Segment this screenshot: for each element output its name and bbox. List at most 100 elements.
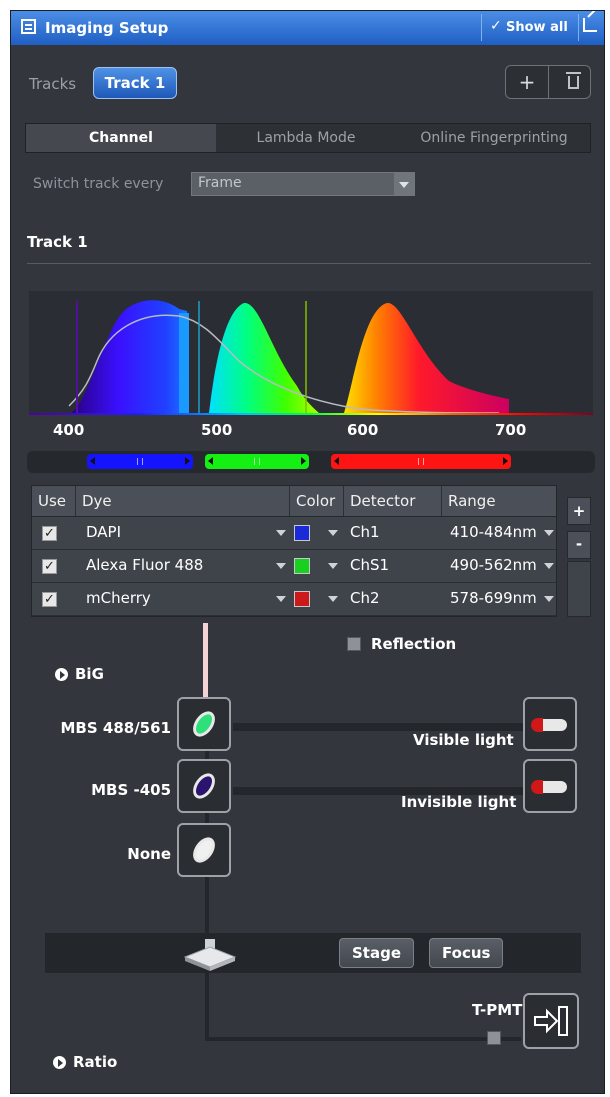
mbs-none-button[interactable] bbox=[177, 823, 231, 877]
tpmt-checkbox[interactable] bbox=[487, 1031, 501, 1045]
ratio-label[interactable]: Ratio bbox=[73, 1053, 117, 1071]
use-checkbox[interactable]: ✓ bbox=[42, 592, 57, 607]
tpmt-button[interactable] bbox=[523, 993, 579, 1049]
beam-path-lower bbox=[205, 973, 209, 1041]
range-dropdown-icon[interactable] bbox=[544, 596, 554, 602]
mbs-405-button[interactable] bbox=[177, 759, 231, 813]
reflection-label: Reflection bbox=[371, 635, 457, 653]
grip-icon bbox=[418, 458, 424, 465]
range-value[interactable]: 578-699nm bbox=[450, 589, 537, 607]
switch-track-select[interactable]: Frame bbox=[191, 172, 415, 196]
range-dropdown-icon[interactable] bbox=[544, 563, 554, 569]
imaging-setup-panel: Imaging Setup ✓ Show all Tracks Track 1 … bbox=[10, 10, 605, 1094]
add-channel-button[interactable]: + bbox=[567, 497, 591, 525]
col-range: Range bbox=[448, 492, 496, 510]
track-1-button[interactable]: Track 1 bbox=[93, 67, 177, 99]
wavelength-tick-500: 500 bbox=[201, 421, 233, 439]
invisible-light-label: Invisible light bbox=[401, 793, 517, 811]
color-dropdown-icon[interactable] bbox=[328, 596, 338, 602]
use-checkbox[interactable]: ✓ bbox=[42, 559, 57, 574]
mbs-488-561-label: MBS 488/561 bbox=[60, 719, 172, 737]
range-value[interactable]: 490-562nm bbox=[450, 556, 537, 574]
big-label[interactable]: BiG bbox=[75, 665, 104, 683]
color-swatch[interactable] bbox=[294, 558, 310, 574]
wavelength-tick-700: 700 bbox=[495, 421, 527, 439]
green-filter-icon bbox=[188, 707, 220, 741]
table-row: ✓ mCherry Ch2 578-699nm bbox=[32, 583, 556, 616]
channel-table: Use Dye Color Detector Range ✓ DAPI Ch1 … bbox=[31, 485, 557, 617]
show-all-label: Show all bbox=[506, 20, 568, 35]
beam-path-visible bbox=[233, 723, 523, 731]
dye-dropdown-icon[interactable] bbox=[276, 530, 286, 536]
mbs-488-561-button[interactable] bbox=[177, 697, 231, 751]
violet-filter-icon bbox=[188, 769, 220, 803]
col-use: Use bbox=[32, 486, 76, 516]
range-dropdown-icon[interactable] bbox=[544, 530, 554, 536]
detector-name: ChS1 bbox=[350, 556, 390, 574]
title-bar: Imaging Setup ✓ Show all bbox=[11, 11, 604, 45]
dye-dropdown-icon[interactable] bbox=[276, 596, 286, 602]
expand-ratio-icon[interactable] bbox=[53, 1056, 66, 1069]
track-actions: + bbox=[505, 65, 591, 99]
col-dye: Dye bbox=[76, 486, 290, 516]
detector-name: Ch2 bbox=[350, 589, 380, 607]
stage-icon[interactable] bbox=[183, 939, 237, 971]
tab-lambda-mode[interactable]: Lambda Mode bbox=[216, 124, 396, 152]
delete-track-icon[interactable] bbox=[566, 72, 581, 89]
tracks-label: Tracks bbox=[29, 75, 77, 93]
use-checkbox[interactable]: ✓ bbox=[42, 526, 57, 541]
mbs-none-label: None bbox=[127, 845, 171, 863]
emission-spectrum bbox=[29, 291, 593, 415]
col-color: Color bbox=[290, 486, 344, 516]
ch1-range-slider[interactable] bbox=[87, 454, 193, 469]
focus-button[interactable]: Focus bbox=[429, 938, 504, 968]
chs1-range-slider[interactable] bbox=[205, 454, 309, 469]
invisible-laser-button[interactable] bbox=[523, 759, 577, 813]
show-all-toggle[interactable]: ✓ Show all bbox=[481, 14, 579, 41]
track-heading: Track 1 bbox=[27, 233, 88, 251]
table-row: ✓ Alexa Fluor 488 ChS1 490-562nm bbox=[32, 550, 556, 583]
visible-light-label: Visible light bbox=[413, 731, 514, 749]
mbs-405-label: MBS -405 bbox=[91, 781, 171, 799]
dye-dropdown-icon[interactable] bbox=[276, 563, 286, 569]
mode-tabs: Channel Lambda Mode Online Fingerprintin… bbox=[25, 123, 591, 153]
add-track-button[interactable]: + bbox=[506, 66, 549, 98]
reflection-checkbox[interactable] bbox=[347, 637, 361, 651]
chevron-down-icon bbox=[394, 173, 414, 195]
wavelength-tick-600: 600 bbox=[347, 421, 379, 439]
laser-icon bbox=[531, 718, 567, 732]
color-dropdown-icon[interactable] bbox=[328, 530, 338, 536]
dye-name: DAPI bbox=[86, 523, 122, 541]
dye-name: Alexa Fluor 488 bbox=[86, 556, 204, 574]
panel-title: Imaging Setup bbox=[45, 19, 169, 37]
ch2-range-slider[interactable] bbox=[331, 454, 511, 469]
expand-big-icon[interactable] bbox=[55, 668, 68, 681]
check-icon: ✓ bbox=[490, 18, 502, 34]
side-column bbox=[567, 561, 591, 617]
color-dropdown-icon[interactable] bbox=[328, 563, 338, 569]
grip-icon bbox=[254, 458, 260, 465]
clear-filter-icon bbox=[188, 833, 220, 867]
switch-track-value: Frame bbox=[198, 175, 242, 191]
tab-online-fingerprinting[interactable]: Online Fingerprinting bbox=[396, 124, 592, 152]
detector-door-icon bbox=[534, 1006, 568, 1036]
color-swatch[interactable] bbox=[294, 525, 310, 541]
stage-button[interactable]: Stage bbox=[339, 938, 415, 968]
switch-track-label: Switch track every bbox=[33, 176, 164, 192]
detector-name: Ch1 bbox=[350, 523, 380, 541]
col-detector: Detector bbox=[344, 486, 442, 516]
dye-name: mCherry bbox=[86, 589, 151, 607]
tab-channel[interactable]: Channel bbox=[26, 124, 216, 152]
visible-laser-button[interactable] bbox=[523, 697, 577, 751]
range-value[interactable]: 410-484nm bbox=[450, 523, 537, 541]
tpmt-label: T-PMT bbox=[472, 1001, 523, 1019]
color-swatch[interactable] bbox=[294, 591, 310, 607]
beam-path-tpmt bbox=[205, 1037, 521, 1041]
table-row: ✓ DAPI Ch1 410-484nm bbox=[32, 517, 556, 550]
remove-channel-button[interactable]: - bbox=[567, 531, 591, 559]
wavelength-tick-400: 400 bbox=[53, 421, 85, 439]
panel-icon bbox=[21, 19, 36, 34]
undock-icon[interactable] bbox=[583, 18, 597, 32]
grip-icon bbox=[137, 458, 143, 465]
divider bbox=[27, 263, 591, 264]
